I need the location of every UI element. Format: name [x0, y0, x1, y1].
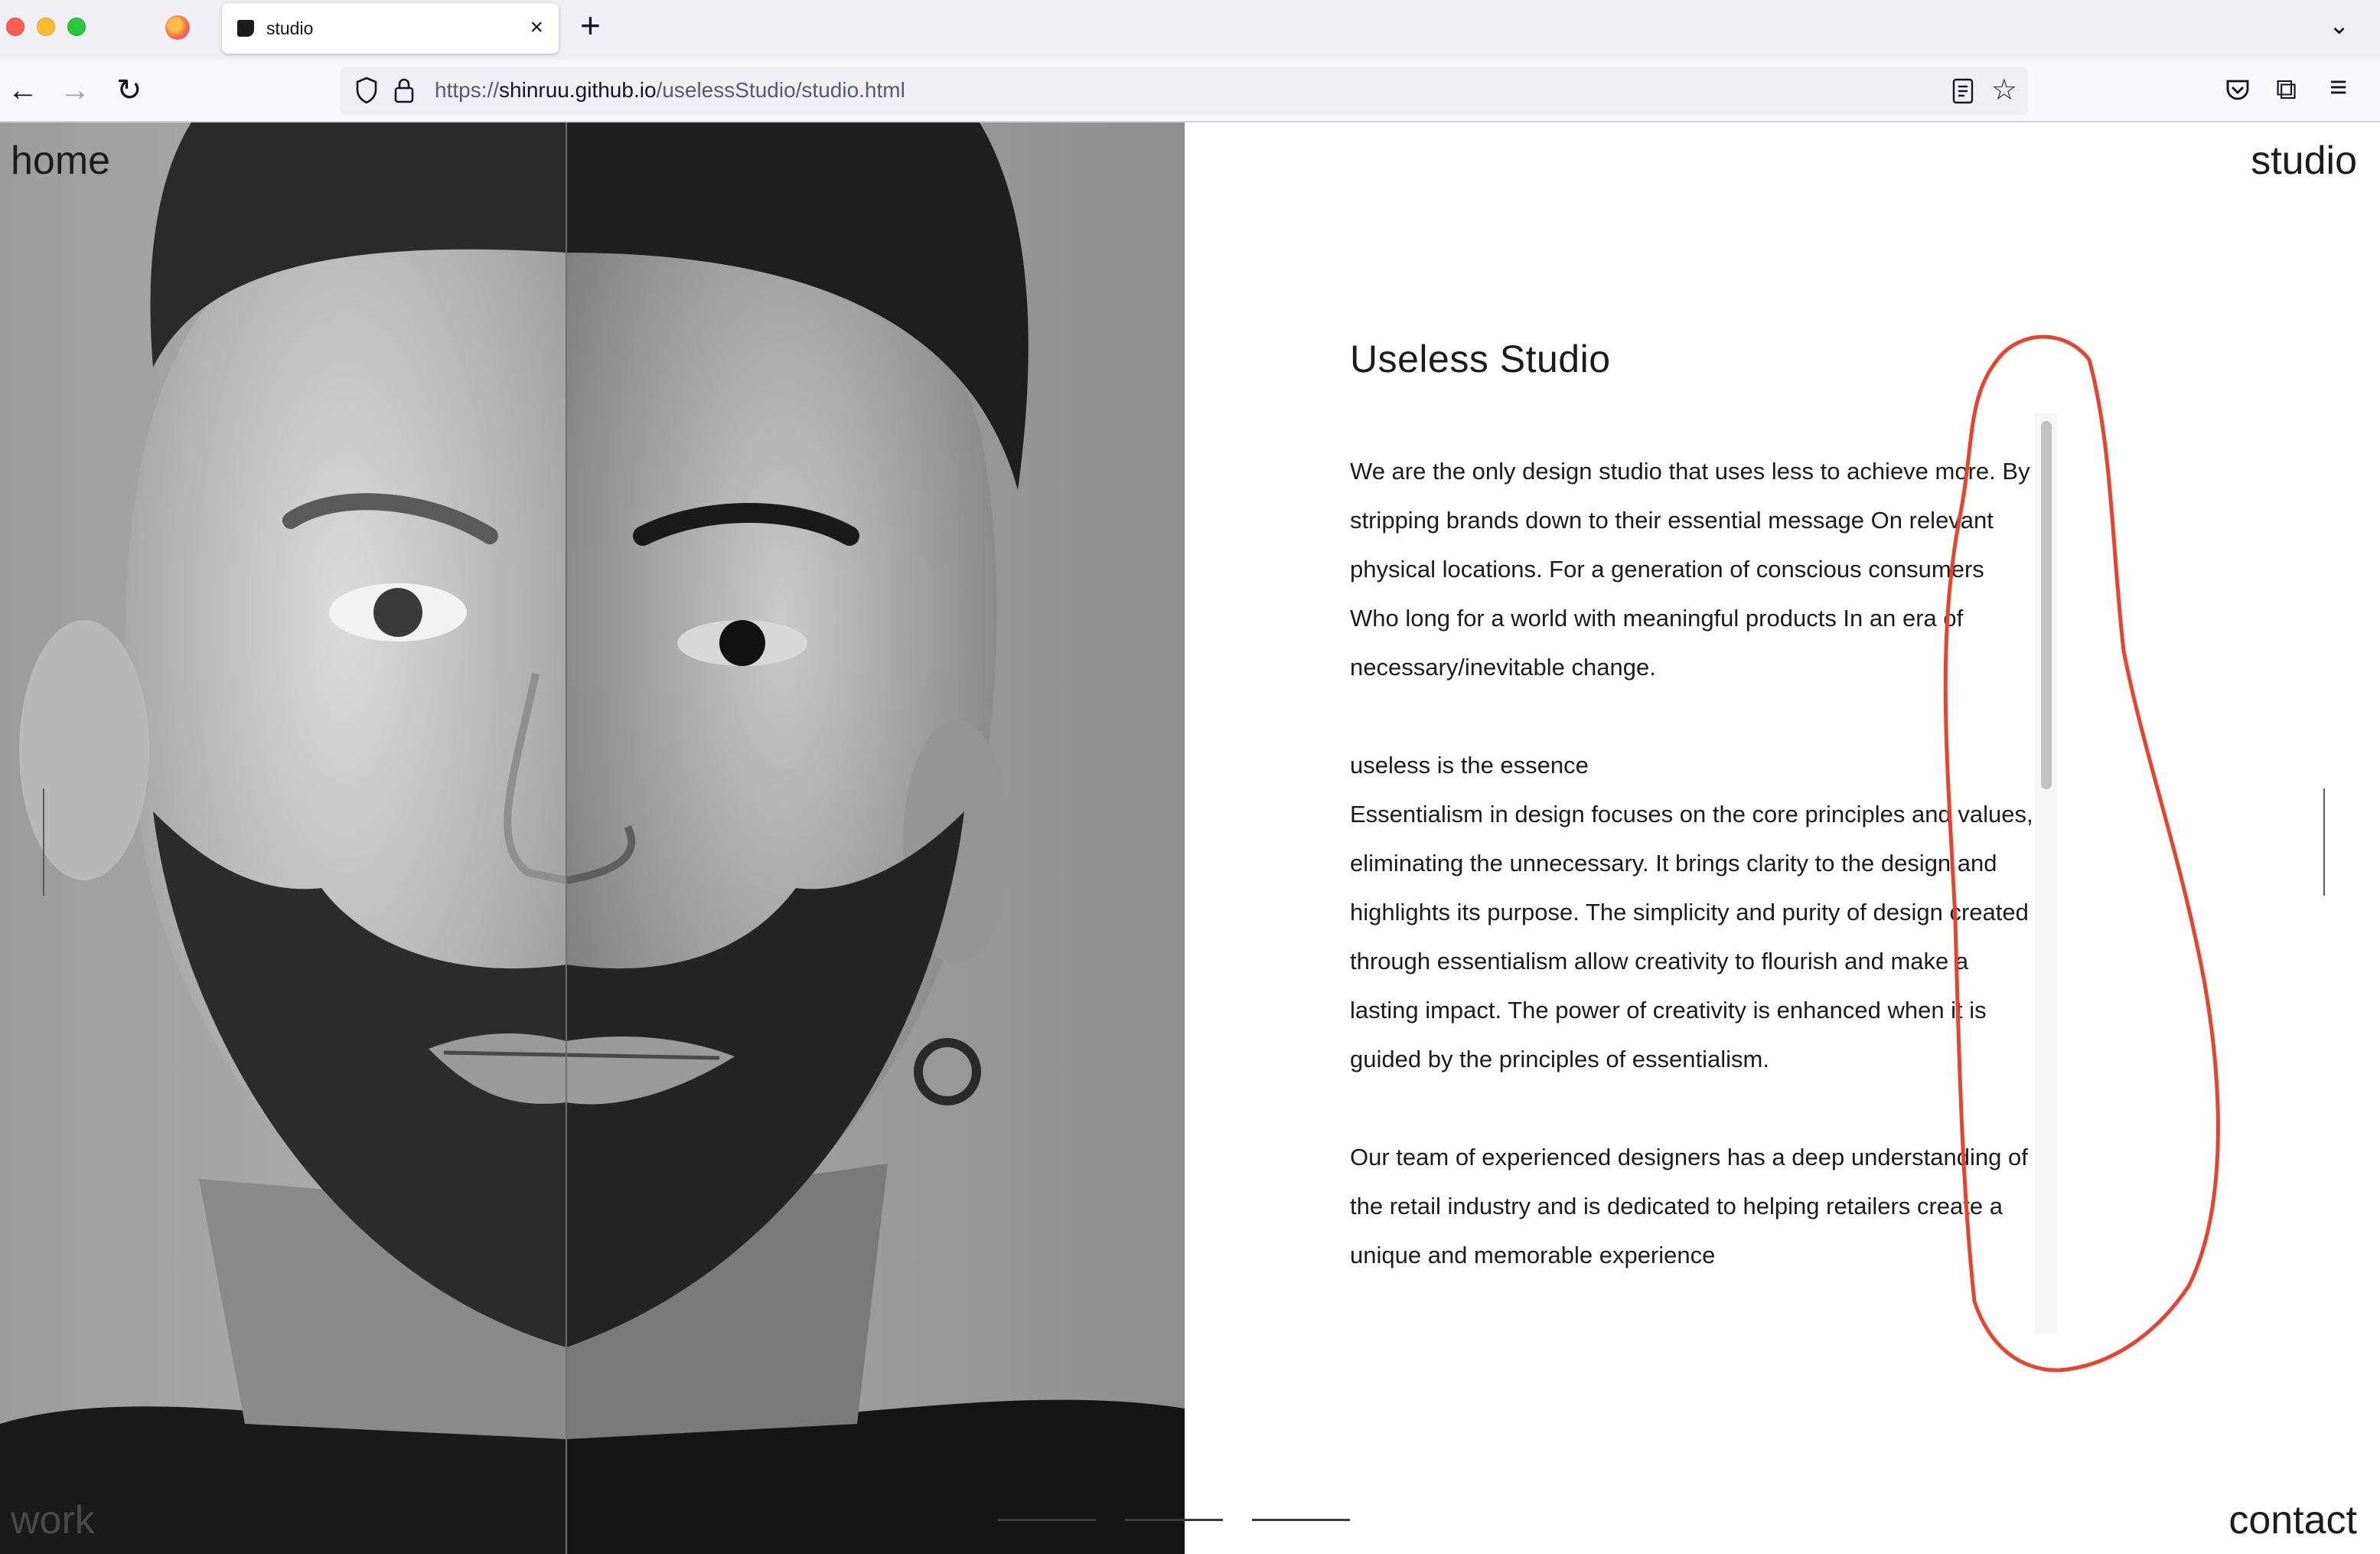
- portrait-illustration: [0, 122, 1185, 1554]
- left-divider-line: [43, 788, 44, 896]
- nav-studio-link[interactable]: studio: [2251, 138, 2357, 184]
- back-button[interactable]: ←: [8, 72, 38, 109]
- shield-icon[interactable]: [355, 77, 378, 104]
- page-indicator-dash[interactable]: [998, 1519, 1096, 1521]
- lock-icon[interactable]: [393, 77, 415, 104]
- nav-work-link[interactable]: work: [11, 1497, 95, 1543]
- page-indicator-dash[interactable]: [1125, 1519, 1223, 1521]
- scrollbar-thumb[interactable]: [2041, 421, 2052, 789]
- nav-home-link[interactable]: home: [11, 138, 110, 184]
- firefox-view-icon[interactable]: [165, 15, 190, 40]
- essence-paragraph: Essentialism in design focuses on the co…: [1350, 801, 2033, 1072]
- pocket-icon[interactable]: [2224, 77, 2251, 104]
- nav-contact-link[interactable]: contact: [2228, 1497, 2357, 1543]
- page-title: Useless Studio: [1350, 338, 1611, 380]
- tab-studio[interactable]: studio ×: [222, 3, 559, 54]
- team-paragraph: Our team of experienced designers has a …: [1350, 1144, 2028, 1268]
- tab-close-icon[interactable]: ×: [530, 14, 543, 41]
- page-indicator-dash[interactable]: [1252, 1519, 1350, 1521]
- url-path: /uselessStudio/studio.html: [656, 78, 905, 102]
- bookmark-star-icon[interactable]: ☆: [1991, 73, 2017, 107]
- browser-nav-bar: ← → ↻ https://shinruu.github.io/uselessS…: [0, 60, 2380, 122]
- window-maximize-button[interactable]: [67, 18, 86, 36]
- studio-text-panel[interactable]: Useless Studio We are the only design st…: [1350, 337, 2059, 1332]
- intro-paragraph: We are the only design studio that uses …: [1350, 458, 2030, 681]
- favicon-icon: [237, 20, 254, 37]
- web-page: home studio work contact Useless Studio …: [0, 122, 2380, 1554]
- essence-section: useless is the essence Essentialism in d…: [1350, 741, 2059, 1084]
- address-bar[interactable]: https://shinruu.github.io/uselessStudio/…: [340, 67, 2028, 115]
- reload-button[interactable]: ↻: [116, 72, 142, 109]
- url-host: shinruu.github.io: [499, 78, 657, 102]
- essence-title: useless is the essence: [1350, 752, 1589, 779]
- portrait-image: [0, 122, 1185, 1554]
- text-panel-scrollbar[interactable]: [2036, 413, 2057, 1334]
- right-divider-line: [2323, 788, 2325, 896]
- list-tabs-icon[interactable]: ⌄: [2329, 11, 2349, 40]
- extensions-icon[interactable]: ⧉: [2276, 73, 2297, 106]
- forward-button[interactable]: →: [60, 72, 90, 109]
- url-prefix: https://: [435, 78, 500, 102]
- tab-title: studio: [266, 18, 314, 38]
- window-minimize-button[interactable]: [37, 18, 55, 36]
- window-close-button[interactable]: [6, 18, 24, 36]
- browser-tab-bar: studio × + ⌄: [0, 0, 2380, 60]
- reader-view-icon[interactable]: [1951, 78, 1974, 104]
- new-tab-button[interactable]: +: [580, 5, 601, 46]
- url-text[interactable]: https://shinruu.github.io/uselessStudio/…: [435, 78, 905, 103]
- menu-icon[interactable]: ≡: [2329, 70, 2347, 105]
